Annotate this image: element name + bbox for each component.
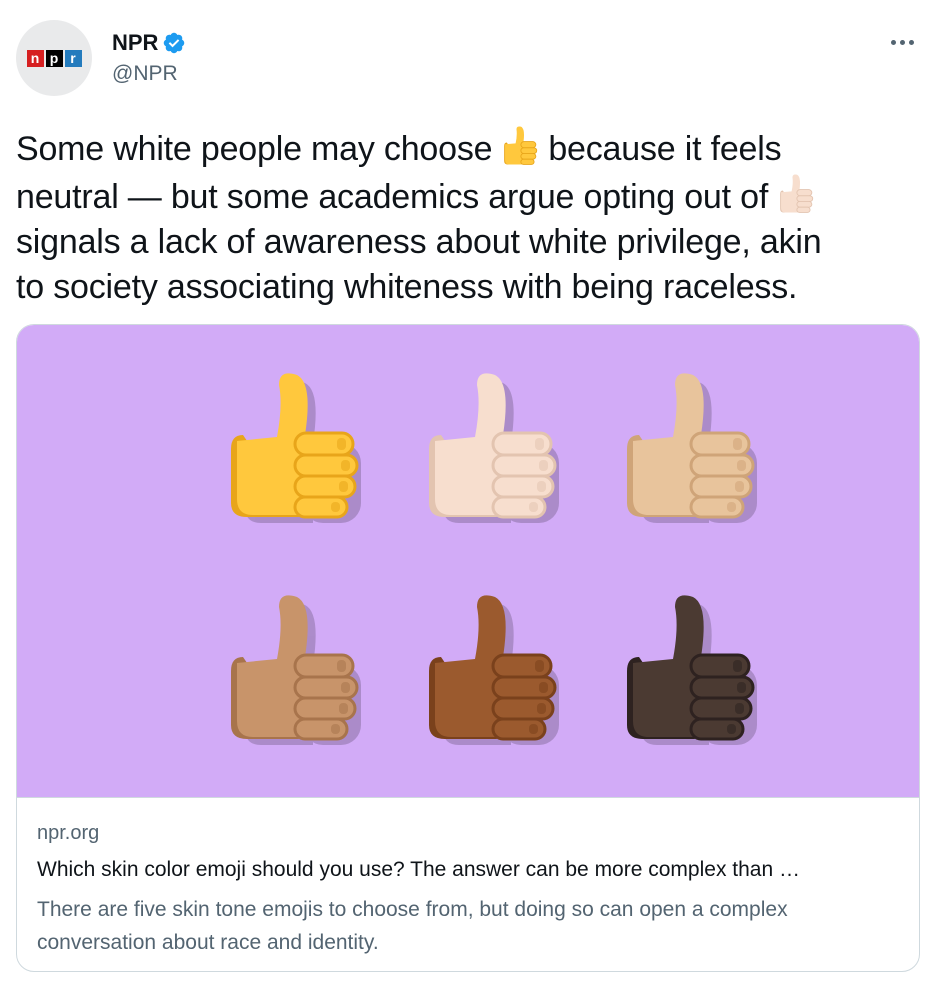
thumbs-up-icon [429,595,559,745]
thumbs-up-yellow-emoji-icon [504,126,538,165]
logo-letter-p: p [45,49,63,67]
card-description-line: There are five skin tone emojis to choos… [37,898,788,921]
thumbs-up-icon [627,373,757,523]
avatar[interactable]: n p r [16,20,92,96]
author-info: NPR @NPR [112,28,186,86]
logo-letter-n: n [26,49,44,67]
card-meta: npr.org Which skin color emoji should yo… [17,797,919,971]
thumbs-up-light-emoji-icon [780,174,814,213]
card-image [17,325,919,797]
tweet-text: Some white people may choose because it … [16,124,916,310]
npr-logo: n p r [26,49,82,67]
more-dot-icon [899,39,905,45]
card-description-line: conversation about race and identity. [37,931,379,954]
logo-letter-r: r [64,49,82,67]
more-options-button[interactable] [886,30,918,54]
more-dot-icon [890,39,896,45]
author-handle[interactable]: @NPR [112,62,186,86]
thumbs-up-grid [231,373,757,745]
more-dot-icon [908,39,914,45]
author-name[interactable]: NPR [112,30,158,56]
thumbs-up-icon [231,595,361,745]
tweet-text-segment: Some white people may choose [16,130,493,168]
thumbs-up-icon [627,595,757,745]
card-domain: npr.org [37,822,100,844]
tweet-text-line: to society associating whiteness with be… [16,268,798,306]
thumbs-up-icon [231,373,361,523]
card-description: There are five skin tone emojis to choos… [37,893,907,959]
tweet: n p r NPR @NPR Some white people may cho… [0,0,936,994]
tweet-text-segment: neutral — but some academics argue optin… [16,178,769,216]
card-title: Which skin color emoji should you use? T… [37,858,800,881]
thumbs-up-icon [429,373,559,523]
link-preview-card[interactable]: npr.org Which skin color emoji should yo… [16,324,920,972]
tweet-text-segment: because it feels [548,130,782,168]
verified-badge-icon [164,32,185,54]
tweet-text-line: signals a lack of awareness about white … [16,223,822,261]
